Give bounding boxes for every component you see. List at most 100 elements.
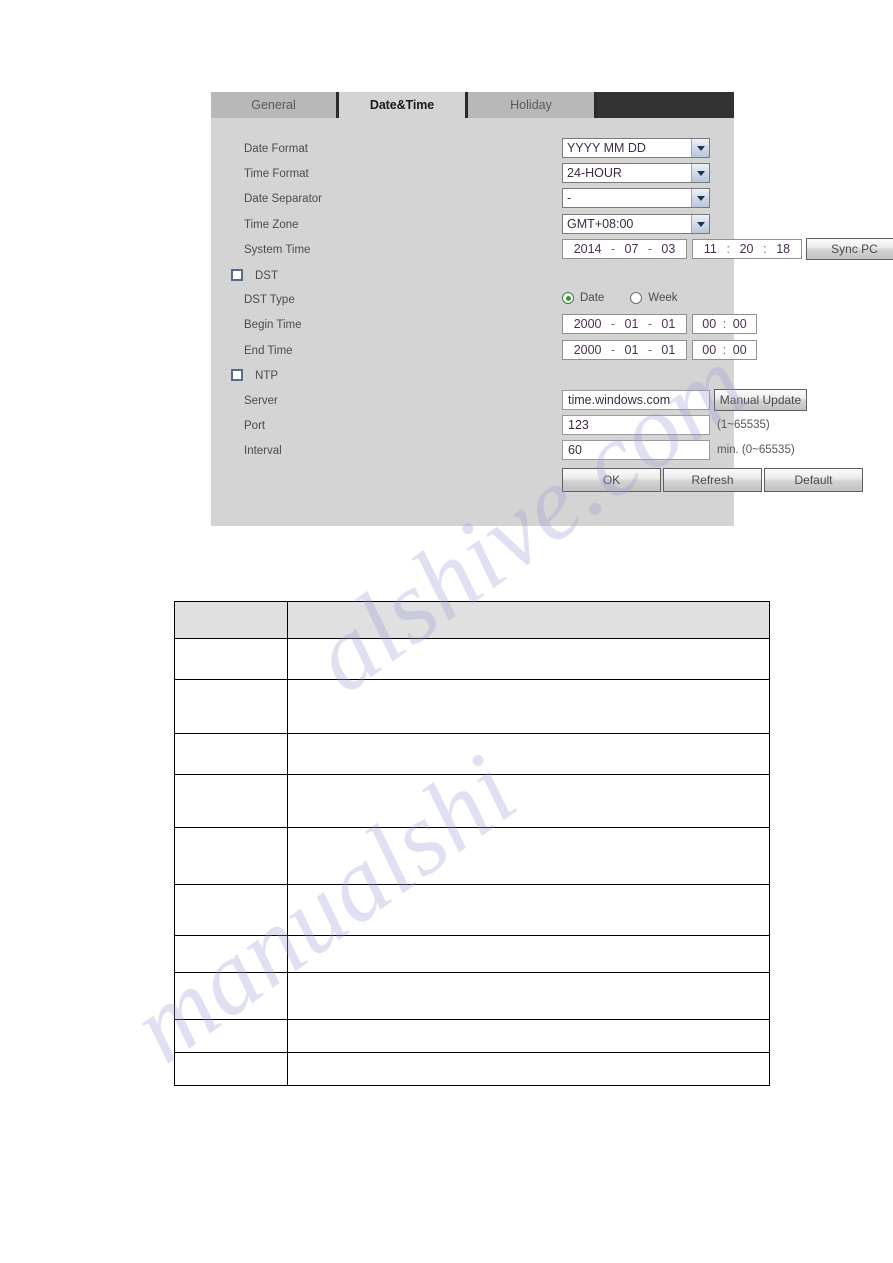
system-time-minute: 20 — [739, 242, 754, 256]
settings-form: Date Format YYYY MM DD Time Format 24-HO… — [211, 118, 893, 526]
begin-date-year: 2000 — [573, 317, 602, 331]
system-time-hour: 11 — [703, 242, 717, 256]
row-port: Port 123 (1~65535) — [211, 413, 770, 438]
parameter-description-table — [174, 601, 770, 1086]
interval-range-hint: min. (0~65535) — [717, 444, 795, 456]
system-date-year: 2014 — [573, 242, 602, 256]
table-header-row — [174, 601, 770, 639]
begin-time-minute: 00 — [732, 317, 747, 331]
table-cell-parameter — [174, 774, 288, 828]
default-button[interactable]: Default — [764, 468, 863, 492]
system-date-day: 03 — [661, 242, 676, 256]
row-end-time: End Time 2000 - 01 - 01 00 : 00 — [211, 338, 757, 363]
table-header-parameter — [174, 601, 288, 639]
row-server: Server time.windows.com Manual Update — [211, 388, 807, 413]
system-date-input[interactable]: 2014 - 07 - 03 — [562, 239, 687, 259]
tab-holiday[interactable]: Holiday — [468, 92, 597, 118]
ntp-port-input[interactable]: 123 — [562, 415, 710, 435]
dst-type-option-week[interactable]: Week — [630, 292, 678, 304]
system-time-input[interactable]: 11 : 20 : 18 — [692, 239, 802, 259]
radio-unselected-icon[interactable] — [630, 292, 643, 304]
table-cell-function — [287, 1052, 770, 1086]
label-date-format: Date Format — [244, 142, 308, 155]
table-row — [174, 935, 770, 973]
begin-date-day: 01 — [661, 317, 676, 331]
label-date-separator: Date Separator — [244, 192, 322, 205]
tab-date-time[interactable]: Date&Time — [339, 92, 468, 118]
table-cell-function — [287, 972, 770, 1020]
row-time-format: Time Format 24-HOUR — [211, 161, 734, 186]
tabbar-filler — [597, 92, 734, 118]
time-zone-select[interactable]: GMT+08:00 — [562, 214, 710, 234]
ok-button[interactable]: OK — [562, 468, 661, 492]
label-end-time: End Time — [244, 344, 293, 357]
table-cell-function — [287, 638, 770, 680]
begin-date-input[interactable]: 2000 - 01 - 01 — [562, 314, 687, 334]
row-dst-type: DST Type Date Week — [211, 287, 734, 312]
ntp-server-input[interactable]: time.windows.com — [562, 390, 710, 410]
dst-type-radio-group: Date Week — [562, 292, 678, 304]
row-action-buttons: OK Refresh Default — [211, 468, 863, 494]
table-row — [174, 733, 770, 775]
date-format-select[interactable]: YYYY MM DD — [562, 138, 710, 158]
ntp-checkbox[interactable] — [231, 369, 243, 381]
date-format-value: YYYY MM DD — [567, 141, 646, 155]
chevron-down-icon[interactable] — [691, 189, 709, 207]
system-date-sep-2: - — [647, 242, 652, 256]
chevron-down-icon[interactable] — [691, 139, 709, 157]
table-cell-parameter — [174, 733, 288, 775]
date-separator-select[interactable]: - — [562, 188, 710, 208]
manual-update-button[interactable]: Manual Update — [714, 389, 807, 411]
dst-type-option-date[interactable]: Date — [562, 292, 604, 304]
port-range-hint: (1~65535) — [717, 419, 770, 431]
end-date-sep-1: - — [610, 343, 616, 357]
end-date-input[interactable]: 2000 - 01 - 01 — [562, 340, 687, 360]
table-cell-function — [287, 733, 770, 775]
end-date-month: 01 — [624, 343, 639, 357]
end-date-year: 2000 — [573, 343, 602, 357]
end-time-input[interactable]: 00 : 00 — [692, 340, 757, 360]
label-server: Server — [244, 394, 278, 407]
refresh-button[interactable]: Refresh — [663, 468, 762, 492]
table-row — [174, 884, 770, 936]
ntp-interval-input[interactable]: 60 — [562, 440, 710, 460]
table-cell-function — [287, 774, 770, 828]
radio-selected-icon[interactable] — [562, 292, 574, 304]
settings-tabbar: General Date&Time Holiday — [211, 92, 734, 118]
label-interval: Interval — [244, 444, 282, 457]
tab-general[interactable]: General — [211, 92, 339, 118]
dst-checkbox[interactable] — [231, 269, 243, 281]
system-time-sep-1: : — [726, 242, 730, 256]
table-cell-function — [287, 1019, 770, 1053]
table-cell-function — [287, 884, 770, 936]
chevron-down-icon[interactable] — [691, 164, 709, 182]
table-header-function — [287, 601, 770, 639]
label-dst: DST — [255, 269, 278, 282]
table-row — [174, 679, 770, 734]
date-time-settings-panel: General Date&Time Holiday Date Format YY… — [211, 92, 893, 526]
sync-pc-button[interactable]: Sync PC — [806, 238, 893, 260]
table-cell-parameter — [174, 679, 288, 734]
table-cell-parameter — [174, 827, 288, 885]
begin-time-input[interactable]: 00 : 00 — [692, 314, 757, 334]
table-cell-function — [287, 679, 770, 734]
system-date-sep-1: - — [610, 242, 616, 256]
chevron-down-icon[interactable] — [691, 215, 709, 233]
system-time-sep-2: : — [763, 242, 767, 256]
row-system-time: System Time 2014 - 07 - 03 11 : 20 : 18 … — [211, 237, 893, 262]
end-time-minute: 00 — [732, 343, 747, 357]
label-dst-type: DST Type — [244, 293, 295, 306]
dst-type-option-date-label: Date — [580, 292, 605, 304]
table-cell-parameter — [174, 884, 288, 936]
table-row — [174, 972, 770, 1020]
time-format-value: 24-HOUR — [567, 166, 622, 180]
label-time-format: Time Format — [244, 167, 309, 180]
table-cell-parameter — [174, 935, 288, 973]
label-ntp: NTP — [255, 369, 278, 382]
table-cell-parameter — [174, 1052, 288, 1086]
table-row — [174, 1052, 770, 1086]
time-format-select[interactable]: 24-HOUR — [562, 163, 710, 183]
end-time-sep: : — [722, 343, 727, 357]
system-time-second: 18 — [776, 242, 791, 256]
row-begin-time: Begin Time 2000 - 01 - 01 00 : 00 — [211, 312, 757, 337]
